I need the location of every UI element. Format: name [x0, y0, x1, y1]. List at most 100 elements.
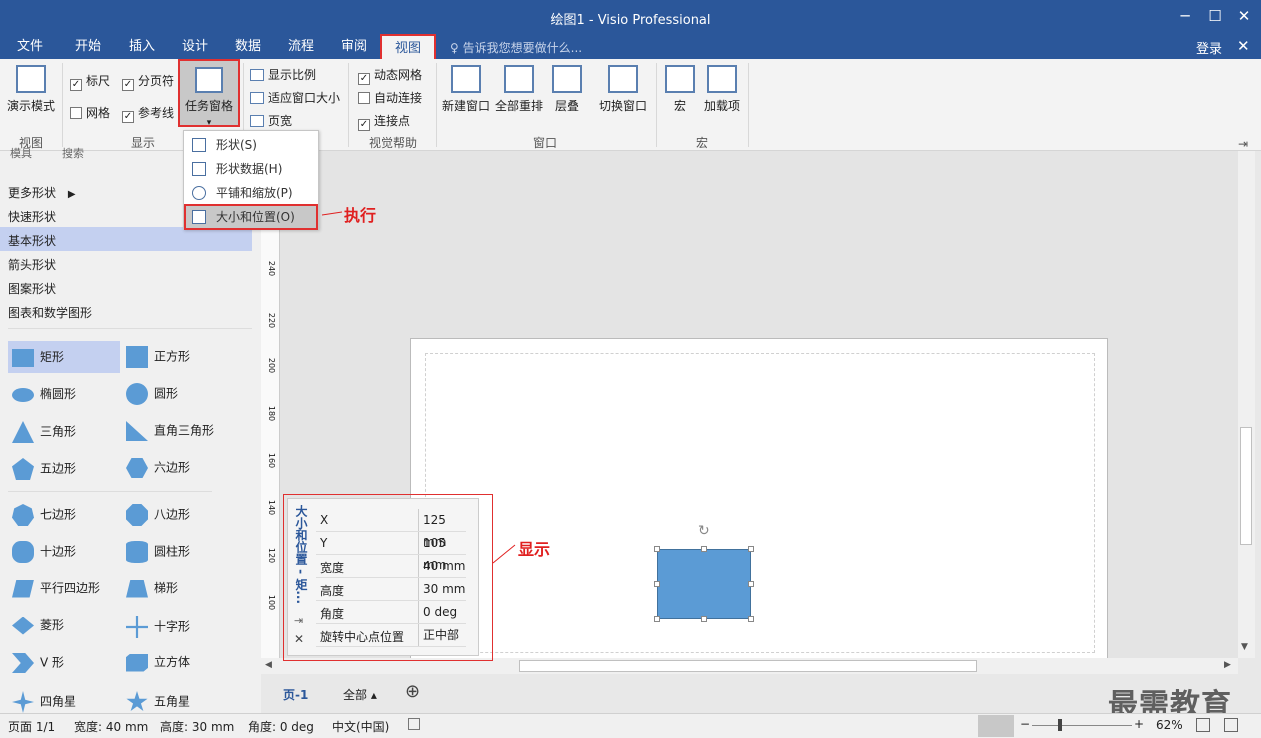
page-width-button[interactable]: 页宽 [250, 112, 292, 129]
tab-view[interactable]: 视图 [380, 34, 436, 59]
shape-4-point-star[interactable]: 四角星 [12, 691, 76, 713]
pin-icon[interactable]: ⇥ [294, 614, 303, 627]
shape-triangle[interactable]: 三角形 [12, 421, 76, 443]
cascade-button[interactable]: 层叠 [548, 65, 586, 114]
shape-trapezoid[interactable]: 梯形 [126, 579, 178, 598]
auto-connect-checkbox[interactable]: 自动连接 [358, 89, 422, 106]
tab-process[interactable]: 流程 [279, 34, 323, 59]
page-breaks-checkbox[interactable]: ✓ 分页符 [122, 72, 174, 91]
category-chart-math-shapes[interactable]: 图表和数学图形 [8, 304, 92, 321]
category-arrow-shapes[interactable]: 箭头形状 [8, 256, 56, 273]
close-doc-icon[interactable]: ✕ [1237, 37, 1250, 55]
shape-cube[interactable]: 立方体 [126, 653, 190, 672]
shape-rectangle[interactable]: 矩形 [12, 348, 64, 367]
presentation-mode-icon[interactable] [978, 715, 1014, 737]
rectangle-shape[interactable] [657, 549, 751, 619]
shape-ellipse[interactable]: 椭圆形 [12, 385, 76, 402]
tab-stencils[interactable]: 模具 [10, 145, 32, 161]
scroll-thumb[interactable] [1240, 427, 1252, 545]
close-icon[interactable]: ✕ [294, 632, 304, 646]
category-pattern-shapes[interactable]: 图案形状 [8, 280, 56, 297]
tab-review[interactable]: 审阅 [332, 34, 376, 59]
shape-pentagon[interactable]: 五边形 [12, 458, 76, 480]
shape-diamond[interactable]: 菱形 [12, 616, 64, 635]
shape-cross[interactable]: 十字形 [126, 616, 190, 638]
connection-points-checkbox[interactable]: ✓ 连接点 [358, 112, 410, 131]
switch-windows-icon[interactable] [1224, 718, 1238, 732]
tell-me-box[interactable]: ♀ 告诉我您想要做什么... [450, 39, 582, 56]
close-button[interactable]: ✕ [1229, 4, 1259, 28]
menu-item-size-position[interactable]: 大小和位置(O) [184, 204, 318, 230]
shape-hexagon[interactable]: 六边形 [126, 458, 190, 478]
zoom-button[interactable]: 显示比例 [250, 66, 316, 83]
shape-circle[interactable]: 圆形 [126, 383, 178, 405]
resize-handle[interactable] [748, 581, 754, 587]
shape-decagon[interactable]: 十边形 [12, 541, 76, 563]
menu-item-shapes[interactable]: 形状(S) [186, 134, 316, 156]
pin-icon[interactable]: ⇥ [1238, 137, 1248, 151]
scroll-thumb[interactable] [519, 660, 977, 672]
task-panes-button[interactable]: 任务窗格 ▾ [178, 59, 240, 128]
shape-chevron[interactable]: V 形 [12, 653, 64, 673]
sign-in-link[interactable]: 登录 [1196, 38, 1222, 57]
macros-button[interactable]: 宏 [662, 65, 698, 114]
tab-file[interactable]: 文件 [8, 34, 52, 59]
arrange-all-button[interactable]: 全部重排 [494, 65, 544, 114]
prop-value[interactable]: 正中部 [418, 624, 459, 646]
shape-5-point-star[interactable]: 五角星 [126, 691, 190, 713]
menu-item-shape-data[interactable]: 形状数据(H) [186, 158, 316, 180]
presentation-mode-button[interactable]: 演示模式 [4, 65, 58, 114]
tab-design[interactable]: 设计 [173, 34, 217, 59]
tab-search[interactable]: 搜索 [62, 145, 84, 161]
status-language[interactable]: 中文(中国) [332, 718, 389, 735]
category-more-shapes[interactable]: 更多形状 ▶ [8, 184, 76, 201]
macro-record-icon[interactable] [408, 718, 420, 730]
prop-value[interactable]: 105 mm [418, 532, 466, 572]
tab-home[interactable]: 开始 [66, 34, 110, 59]
all-pages-button[interactable]: 全部 ▴ [343, 686, 377, 703]
status-page[interactable]: 页面 1/1 [8, 718, 55, 735]
switch-windows-button[interactable]: 切换窗口 [596, 65, 650, 114]
new-window-button[interactable]: 新建窗口 [440, 65, 492, 114]
minimize-button[interactable]: ─ [1170, 4, 1200, 28]
shape-heptagon[interactable]: 七边形 [12, 504, 76, 526]
resize-handle[interactable] [701, 546, 707, 552]
zoom-in-icon[interactable]: + [1134, 717, 1144, 731]
category-basic-shapes[interactable]: 基本形状 [8, 232, 56, 249]
fit-window-button[interactable]: 适应窗口大小 [250, 89, 340, 106]
prop-value[interactable]: 40 mm [418, 555, 465, 577]
scroll-down-icon[interactable]: ▼ [1241, 642, 1248, 652]
prop-value[interactable]: 125 mm [418, 509, 466, 549]
shape-cylinder[interactable]: 圆柱形 [126, 541, 190, 563]
vertical-scrollbar[interactable]: ▼ [1238, 151, 1255, 658]
page-tab-1[interactable]: 页-1 [283, 686, 308, 703]
shape-right-triangle[interactable]: 直角三角形 [126, 421, 214, 441]
prop-value[interactable]: 0 deg [418, 601, 457, 623]
category-quick-shapes[interactable]: 快速形状 [8, 208, 56, 225]
shape-square[interactable]: 正方形 [126, 346, 190, 368]
zoom-level[interactable]: 62% [1156, 718, 1183, 732]
rotate-handle-icon[interactable]: ↻ [698, 523, 710, 539]
ruler-checkbox[interactable]: ✓ 标尺 [70, 72, 110, 91]
grid-checkbox[interactable]: 网格 [70, 104, 110, 121]
guides-checkbox[interactable]: ✓ 参考线 [122, 104, 174, 123]
maximize-button[interactable]: ☐ [1200, 4, 1230, 28]
fit-page-icon[interactable] [1196, 718, 1210, 732]
menu-item-pan-zoom[interactable]: 平铺和缩放(P) [186, 182, 316, 204]
addins-button[interactable]: 加载项 [702, 65, 742, 114]
resize-handle[interactable] [654, 546, 660, 552]
zoom-slider[interactable] [1032, 725, 1132, 726]
resize-handle[interactable] [748, 546, 754, 552]
shape-octagon[interactable]: 八边形 [126, 504, 190, 526]
resize-handle[interactable] [654, 581, 660, 587]
resize-handle[interactable] [748, 616, 754, 622]
resize-handle[interactable] [654, 616, 660, 622]
drawing-page[interactable] [410, 338, 1108, 668]
zoom-slider-thumb[interactable] [1058, 719, 1062, 731]
tab-data[interactable]: 数据 [226, 34, 270, 59]
scroll-left-icon[interactable]: ◀ [265, 660, 272, 670]
tab-insert[interactable]: 插入 [120, 34, 164, 59]
shape-parallelogram[interactable]: 平行四边形 [12, 579, 100, 598]
add-page-icon[interactable]: ⊕ [405, 681, 420, 702]
zoom-out-icon[interactable]: − [1020, 717, 1030, 731]
